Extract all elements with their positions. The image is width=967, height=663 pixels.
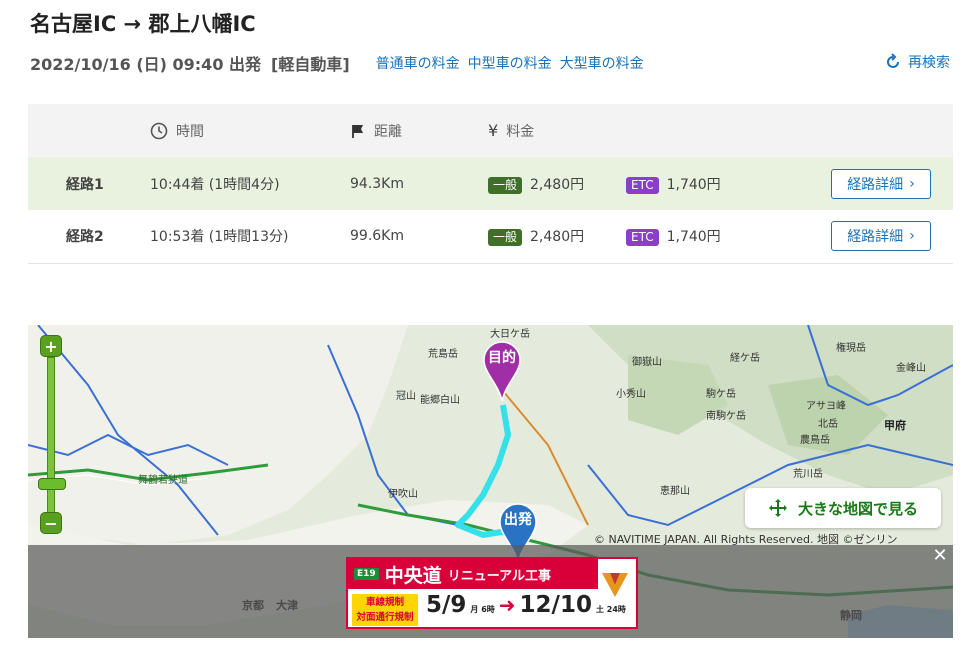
- route-detail-button[interactable]: 経路詳細 ›: [831, 221, 931, 252]
- zoom-out-button[interactable]: −: [40, 512, 62, 534]
- banner-dates: 5/9 月 6時 ➜ 12/10 土 24時: [426, 592, 626, 618]
- table-header-row: 時間 距離 ¥ 料金: [28, 104, 953, 157]
- general-fare: 2,480円: [530, 176, 585, 193]
- route-name: 経路2: [28, 210, 150, 264]
- time-header: 時間: [176, 123, 204, 140]
- table-row[interactable]: 経路2 10:53着 (1時間13分) 99.6Km 一般 2,480円 ETC 1…: [28, 210, 953, 264]
- start-pin-label: 出発: [504, 512, 532, 528]
- map-label: 甲府: [884, 419, 906, 432]
- chevron-right-icon: ›: [909, 228, 915, 245]
- general-badge: 一般: [488, 229, 523, 247]
- etc-fare: 1,740円: [666, 229, 721, 246]
- map-label: 金峰山: [896, 363, 926, 374]
- map-label: 荒川岳: [793, 469, 823, 480]
- zoom-track[interactable]: [47, 357, 55, 517]
- route-detail-label: 経路詳細: [847, 176, 904, 193]
- zoom-handle[interactable]: [38, 478, 66, 490]
- etc-fare: 1,740円: [666, 176, 721, 193]
- map-label: アサヨ峰: [806, 401, 846, 412]
- departure-datetime: 2022/10/16 (日) 09:40 出発: [30, 55, 262, 74]
- flag-icon: [352, 124, 363, 138]
- expand-arrows-icon: [768, 499, 787, 517]
- map-label: 南駒ケ岳: [706, 411, 746, 422]
- map-label: 小秀山: [616, 389, 646, 400]
- date-from-note: 月 6時: [470, 605, 495, 614]
- etc-badge: ETC: [626, 176, 659, 194]
- banner-subtitle: リニューアル工事: [447, 568, 552, 584]
- map-label: 権現岳: [836, 343, 866, 354]
- zoom-in-button[interactable]: +: [40, 335, 62, 357]
- fare-link-medium[interactable]: 中型車の料金: [468, 53, 552, 73]
- restriction-line: 車線規制: [365, 597, 404, 608]
- route-time: 10:44着 (1時間4分): [150, 157, 350, 210]
- research-button[interactable]: 再検索: [884, 52, 950, 72]
- general-badge: 一般: [488, 176, 523, 194]
- map-label: 経ケ岳: [730, 353, 760, 364]
- restriction-line: 対面通行規制: [356, 612, 414, 623]
- table-row[interactable]: 経路1 10:44着 (1時間4分) 94.3Km 一般 2,480円 ETC 1,…: [28, 157, 953, 210]
- restriction-box: 車線規制 対面通行規制: [352, 594, 418, 626]
- map-label: 北岳: [818, 419, 838, 430]
- map-label: 御嶽山: [632, 357, 662, 368]
- research-label: 再検索: [908, 55, 950, 71]
- large-map-label: 大きな地図で見る: [797, 499, 918, 518]
- search-conditions: 2022/10/16 (日) 09:40 出発 [軽自動車] 普通車の料金 中型…: [30, 52, 950, 74]
- nexco-logo-icon: [602, 573, 628, 597]
- date-to: 12/10: [519, 592, 592, 618]
- banner-title: 中央道: [384, 564, 442, 587]
- chevron-right-icon: ›: [909, 175, 915, 192]
- zoom-control[interactable]: + −: [38, 333, 66, 539]
- close-icon[interactable]: ✕: [931, 547, 949, 565]
- page-title: 名古屋IC → 郡上八幡IC: [30, 12, 256, 36]
- vehicle-type: [軽自動車]: [271, 55, 350, 74]
- clock-icon: [150, 122, 168, 139]
- route-detail-label: 経路詳細: [847, 229, 904, 246]
- map-label: 恵那山: [660, 486, 690, 497]
- destination-pin-label: 目的: [488, 350, 516, 366]
- fare-header: 料金: [506, 123, 535, 140]
- yen-icon: ¥: [488, 121, 499, 140]
- map-label: 駒ケ岳: [706, 389, 736, 400]
- route-time: 10:53着 (1時間13分): [150, 210, 350, 264]
- large-map-button[interactable]: 大きな地図で見る: [745, 488, 941, 528]
- fare-link-large[interactable]: 大型車の料金: [560, 53, 644, 73]
- refresh-icon: [887, 53, 899, 68]
- ad-overlay: ✕ E19 中央道 リニューアル工事 車線規制 対面通行規制 5/9 月 6時 …: [28, 545, 953, 638]
- map-label: 農鳥岳: [800, 435, 830, 446]
- map-label: 舞鶴若狭道: [138, 475, 188, 486]
- arrow-icon: ➜: [498, 593, 516, 617]
- map-label: 荒島岳: [428, 349, 458, 360]
- route-detail-button[interactable]: 経路詳細 ›: [831, 168, 931, 199]
- route-name: 経路1: [28, 157, 150, 210]
- date-to-note: 土 24時: [595, 605, 626, 614]
- route-distance: 94.3Km: [350, 157, 488, 210]
- route-table: 時間 距離 ¥ 料金 経路1 10:44着 (1時間4分) 94.3Km 一般 2…: [28, 104, 953, 264]
- fare-link-standard[interactable]: 普通車の料金: [376, 53, 460, 73]
- map-label: 冠山: [396, 391, 416, 402]
- general-fare: 2,480円: [530, 229, 585, 246]
- destination-pin[interactable]: 目的: [482, 341, 522, 402]
- fare-links: 普通車の料金 中型車の料金 大型車の料金: [376, 53, 644, 73]
- ad-banner[interactable]: E19 中央道 リニューアル工事 車線規制 対面通行規制 5/9 月 6時 ➜ …: [346, 557, 638, 629]
- route-tag: E19: [354, 568, 379, 580]
- etc-badge: ETC: [626, 229, 659, 247]
- map-label: 能郷白山: [420, 395, 460, 406]
- distance-header: 距離: [374, 123, 402, 140]
- date-from: 5/9: [426, 592, 467, 618]
- route-distance: 99.6Km: [350, 210, 488, 264]
- map-label: 伊吹山: [388, 489, 418, 500]
- route-map[interactable]: + − 大日ケ岳 荒島岳 冠山 能郷白山 御嶽山 経ケ岳 権現岳 金峰山 小秀山…: [28, 325, 953, 638]
- banner-header: E19 中央道 リニューアル工事: [348, 559, 598, 589]
- map-label: 大日ケ岳: [490, 329, 530, 340]
